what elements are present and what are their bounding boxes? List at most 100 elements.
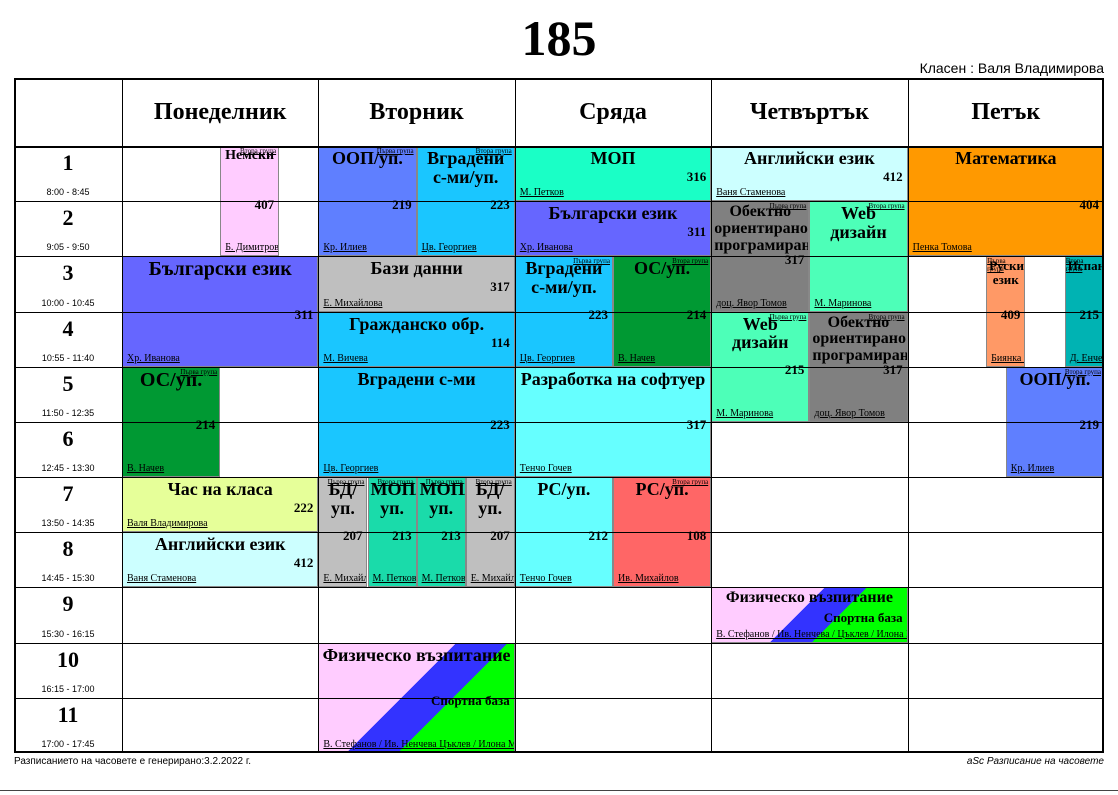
grid-line (14, 256, 1104, 258)
period-number: 3 (62, 260, 74, 286)
lesson-group: Втора група (475, 478, 512, 487)
period-number: 2 (62, 205, 74, 231)
lesson-teacher: Б. Димитрова (225, 242, 280, 254)
grid-line (907, 78, 909, 753)
lesson-teacher: М. Маринова (814, 297, 872, 309)
lesson-teacher: Цв. Георгиев (519, 352, 575, 364)
lesson-group: Втора група (868, 312, 905, 321)
period-time: 10:00 - 10:45 (41, 297, 95, 308)
grid-line (14, 697, 1104, 699)
lesson-group: Втора група (239, 147, 277, 155)
grid-line (14, 366, 1104, 368)
lesson-subject: РС/уп. (537, 479, 591, 500)
period-number: 10 (57, 646, 79, 672)
grid-line (122, 78, 123, 753)
lesson-room: 222 (293, 500, 314, 516)
lesson-card[interactable]: Бази данни 317 Е. Михайлова (318, 256, 515, 312)
lesson-room: 214 (195, 417, 216, 433)
grid-line (14, 751, 1104, 753)
grid-line (14, 642, 1104, 644)
lesson-card[interactable]: МОП 316 М. Петков (514, 146, 712, 202)
grid-line (514, 78, 516, 753)
lesson-subject: Физическо възпитание (725, 589, 893, 607)
period-time: 15:30 - 16:15 (41, 628, 95, 639)
lesson-teacher: Д. Енчева (1069, 352, 1103, 364)
period-time: 12:45 - 13:30 (41, 463, 95, 474)
lesson-card[interactable]: Физическо възпитание Спортна база В. Стефа… (711, 587, 908, 643)
grid-line (14, 201, 1104, 203)
lesson-card[interactable]: Час на класа 222 Валя Владимирова (122, 477, 319, 533)
lesson-teacher: Ив. Михайлов (618, 573, 679, 585)
lesson-subject: Български език (548, 203, 678, 224)
lesson-room: 412 (883, 169, 903, 184)
lesson-room: 219 (1079, 417, 1099, 433)
lesson-room: 317 (686, 417, 707, 433)
lesson-teacher: Е. Михайлова (323, 297, 383, 309)
lesson-card[interactable]: Гражданско обр. 114 М. Вичева (318, 311, 515, 367)
lesson-room: 317 (490, 279, 510, 295)
grid-line (1102, 78, 1103, 753)
lesson-subject: Вградени с-ми (357, 368, 476, 389)
lesson-group: Втора група (868, 202, 905, 211)
period-time: 14:45 - 15:30 (41, 573, 95, 584)
lesson-teacher: доц. Явор Томов (814, 407, 885, 419)
grid-line (14, 146, 1104, 148)
lesson-room: 223 (490, 417, 510, 433)
lesson-room: 316 (686, 169, 707, 184)
lesson-subject: Час на класа (167, 479, 273, 500)
period-number: 6 (62, 425, 74, 451)
lesson-room: 317 (784, 251, 805, 267)
lesson-card[interactable]: Английски език 412 Ваня Стаменова (122, 532, 319, 588)
lesson-teacher: М. Вичева (323, 352, 368, 364)
page-title: 185 (521, 10, 597, 66)
lesson-room: 213 (392, 527, 412, 543)
lesson-group: Първа група (376, 147, 414, 155)
grid-line (14, 532, 1104, 534)
period-number: 1 (62, 150, 74, 175)
grid-line (14, 78, 16, 753)
period-time: 11:50 - 12:35 (41, 407, 95, 418)
lesson-room: 215 (784, 362, 805, 378)
grid-line (14, 477, 1104, 479)
period-number: 8 (62, 536, 74, 562)
lesson-teacher: Е. Михайлова (470, 573, 515, 585)
day-header: Четвъртък (749, 99, 869, 125)
grid-line (14, 421, 1104, 423)
lesson-room: 219 (392, 196, 412, 212)
lesson-group: Първа група (327, 478, 365, 487)
lesson-subject: Гражданско обр. (349, 313, 485, 334)
grid-line (14, 587, 1104, 589)
lesson-subject: Математика (955, 148, 1057, 168)
grid-line (14, 311, 1104, 313)
period-time: 17:00 - 17:45 (41, 739, 95, 749)
lesson-room: 412 (293, 555, 314, 571)
lesson-card[interactable]: Български език 311 Хр. Иванова (514, 201, 712, 257)
lesson-card[interactable]: Английски език 412 Ваня Стаменова (711, 146, 908, 202)
lesson-teacher: В. Стефанов / Ив. Ненчева / Цъклев / Ило… (716, 628, 908, 640)
period-number: 11 (57, 701, 79, 727)
day-header: Понеделник (153, 99, 287, 125)
lesson-teacher: Хр. Иванова (127, 352, 180, 364)
lesson-subject: МОП (590, 148, 636, 168)
lesson-teacher: Тенчо Гочев (519, 573, 572, 585)
lesson-group: Втора група (1064, 367, 1101, 376)
lesson-group: Първа група (425, 478, 463, 487)
period-time: 13:50 - 14:35 (41, 518, 95, 529)
lesson-room: 223 (588, 307, 608, 323)
lesson-room: 213 (441, 527, 461, 543)
lesson-teacher: Кр. Илиев (323, 242, 367, 254)
lesson-teacher: Тенчо Гочев (519, 463, 572, 475)
lesson-room: Спортна база (823, 610, 903, 626)
lesson-room: 207 (342, 527, 363, 543)
lesson-room: 212 (588, 527, 608, 543)
lesson-group: Първа група (769, 202, 807, 211)
timetable-grid: Понеделник Вторник Сряда Четвъртък Петък 1 8:… (14, 78, 1104, 753)
period-time: 10:55 - 11:40 (41, 352, 95, 363)
generated-note: Разписанието на часовете е генерирано:3.… (14, 756, 252, 767)
lesson-group: Първа група (573, 257, 610, 266)
lesson-room: 223 (490, 196, 510, 212)
lesson-room: 317 (883, 362, 903, 378)
page-divider (0, 790, 1118, 791)
lesson-subject: Физическо възпитание (322, 644, 511, 665)
lesson-teacher: Цв. Георгиев (323, 463, 379, 475)
